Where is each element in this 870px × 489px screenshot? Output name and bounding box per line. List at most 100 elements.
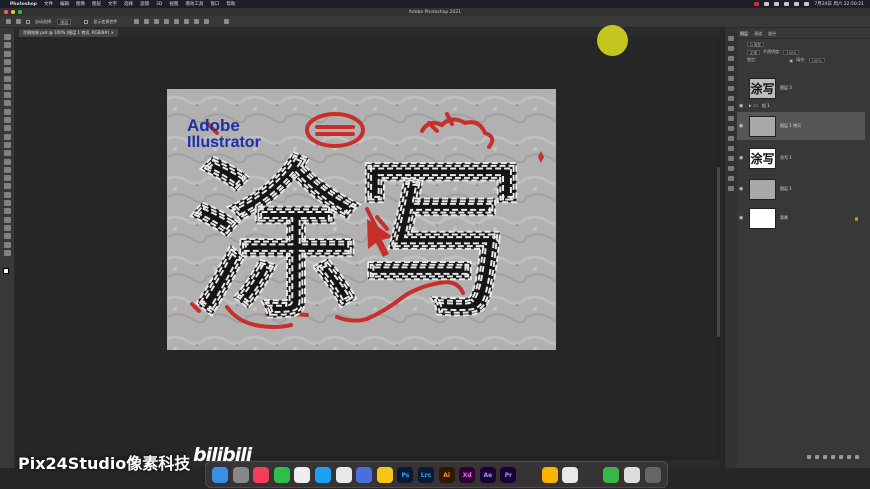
dock-app-launchpad-icon[interactable]	[232, 467, 249, 483]
clock[interactable]: 7月24日 周六 22:50:21	[814, 1, 864, 7]
hand-tool-icon[interactable]	[4, 200, 11, 206]
layer-row[interactable]: ◉ 背景 🔒	[737, 204, 865, 232]
artwork-canvas[interactable]: Adobe Illustrator 涂写	[167, 89, 556, 350]
menu-view[interactable]: 视图	[169, 1, 178, 7]
dock-app-sketch-icon[interactable]	[541, 467, 558, 483]
dock-app-trash-icon[interactable]	[644, 467, 661, 483]
stamp-tool-icon[interactable]	[4, 117, 11, 123]
move-tool-icon[interactable]	[4, 34, 11, 40]
eyedropper-tool-icon[interactable]	[4, 92, 11, 99]
panel-shortcut-icon[interactable]	[728, 176, 734, 181]
more-tool-icon[interactable]	[4, 216, 11, 223]
layer-row[interactable]: ◉ 图层 1	[737, 175, 865, 203]
panel-shortcut-icon[interactable]	[728, 186, 734, 191]
panel-shortcut-icon[interactable]	[728, 56, 734, 61]
swap-tool-icon[interactable]	[4, 233, 11, 240]
status-icon[interactable]	[784, 2, 790, 6]
frame-tool-icon[interactable]	[4, 83, 11, 90]
scroll-thumb[interactable]	[717, 167, 720, 337]
history-brush-tool-icon[interactable]	[4, 125, 11, 132]
tab-layers[interactable]: 图层	[740, 31, 748, 38]
menu-filter[interactable]: 滤镜	[140, 1, 149, 7]
wifi-icon[interactable]	[794, 2, 800, 6]
close-window-button[interactable]	[4, 10, 8, 14]
menu-type[interactable]: 文字	[108, 1, 117, 7]
dock-app-ai-icon[interactable]: Ai	[438, 467, 455, 483]
dock-app-qq-icon[interactable]	[294, 467, 311, 483]
distribute-icon[interactable]	[194, 19, 200, 24]
visibility-eye-icon[interactable]: ◉	[739, 155, 745, 161]
more-options-icon[interactable]	[204, 19, 210, 24]
layer-row[interactable]: ◉ 涂写 涂写 1	[737, 144, 865, 172]
filter-kind-dropdown[interactable]: Q 类型	[747, 41, 764, 47]
vertical-scrollbar[interactable]	[716, 37, 721, 458]
align-top-icon[interactable]	[164, 19, 170, 24]
minimize-window-button[interactable]	[11, 10, 15, 14]
pen-tool-icon[interactable]	[4, 166, 11, 173]
menu-3d[interactable]: 3D	[156, 2, 162, 7]
shape-tool-icon[interactable]	[4, 191, 11, 198]
menu-help[interactable]: 帮助	[226, 1, 235, 7]
fx-icon[interactable]	[815, 454, 819, 459]
visibility-eye-icon[interactable]: ◉	[739, 215, 745, 221]
marquee-tool-icon[interactable]	[4, 50, 11, 57]
panel-shortcut-icon[interactable]	[728, 86, 734, 91]
menu-select[interactable]: 选择	[124, 1, 133, 7]
blend-mode-dropdown[interactable]: 正常	[747, 49, 760, 55]
layer-row[interactable]: ◉ ▸ ▭ 组 1	[737, 100, 865, 112]
panel-shortcut-icon[interactable]	[728, 166, 734, 171]
dock-app-pr-icon[interactable]: Pr	[500, 467, 517, 483]
healing-tool-icon[interactable]	[4, 100, 11, 107]
type-tool-icon[interactable]	[4, 175, 11, 182]
dock-app-final-cut-icon[interactable]	[521, 467, 537, 483]
align-right-icon[interactable]	[154, 19, 160, 24]
fill-field[interactable]: 100%	[808, 57, 825, 63]
layer-row[interactable]: ◉ 图层 1 拷贝	[737, 112, 865, 140]
menu-edit[interactable]: 编辑	[60, 1, 69, 7]
panel-shortcut-icon[interactable]	[728, 116, 734, 121]
move-tool-icon[interactable]	[16, 19, 21, 24]
3d-mode-icon[interactable]	[224, 19, 230, 24]
visibility-eye-icon[interactable]: ◉	[739, 186, 745, 192]
panel-shortcut-icon[interactable]	[728, 126, 734, 131]
mask-icon[interactable]	[823, 454, 827, 459]
dock-app-phone-icon[interactable]	[603, 467, 620, 483]
lasso-tool-icon[interactable]	[4, 58, 11, 65]
panel-shortcut-icon[interactable]	[728, 66, 734, 71]
dock-app-finder-icon[interactable]	[212, 467, 228, 483]
dock-app-notes-icon[interactable]	[376, 467, 393, 483]
blur-tool-icon[interactable]	[4, 150, 11, 157]
dock-app-ps-icon[interactable]: Ps	[397, 467, 414, 483]
dock-app-screenshot-icon[interactable]	[582, 467, 599, 483]
show-transform-checkbox[interactable]	[84, 19, 89, 24]
screen-mode-tool-icon[interactable]	[4, 249, 11, 256]
panel-shortcut-icon[interactable]	[728, 96, 734, 101]
tab-paths[interactable]: 路径	[768, 31, 776, 38]
menu-layer[interactable]: 图层	[92, 1, 101, 7]
quick-mask-tool-icon[interactable]	[4, 241, 11, 248]
panel-shortcut-icon[interactable]	[728, 146, 734, 151]
lock-icon[interactable]: ▣	[789, 58, 793, 63]
dock-app-wechat-icon[interactable]	[273, 467, 290, 483]
path-select-tool-icon[interactable]	[4, 183, 11, 190]
artboard-tool-icon[interactable]	[4, 42, 11, 49]
menu-file[interactable]: 文件	[44, 1, 53, 7]
menu-window[interactable]: 窗口	[210, 1, 219, 7]
align-middle-icon[interactable]	[174, 19, 180, 24]
zoom-window-button[interactable]	[18, 10, 22, 14]
trash-icon[interactable]	[855, 454, 859, 459]
panel-shortcut-icon[interactable]	[728, 46, 734, 51]
panel-shortcut-icon[interactable]	[728, 76, 734, 81]
layer-row[interactable]: 涂写 图层 3	[737, 74, 865, 102]
foreground-color-swatch[interactable]	[3, 268, 9, 274]
gradient-tool-icon[interactable]	[4, 141, 11, 148]
home-icon[interactable]	[6, 19, 11, 24]
panel-shortcut-icon[interactable]	[728, 106, 734, 111]
menu-plugins[interactable]: 增效工具	[185, 1, 203, 7]
dock-app-xd-icon[interactable]: Xd	[459, 467, 476, 483]
brush-tool-icon[interactable]	[4, 108, 11, 115]
zoom-tool-icon[interactable]	[4, 208, 11, 215]
dodge-tool-icon[interactable]	[4, 158, 11, 165]
search-icon[interactable]	[804, 2, 810, 6]
menu-photoshop[interactable]: Photoshop	[10, 2, 37, 7]
